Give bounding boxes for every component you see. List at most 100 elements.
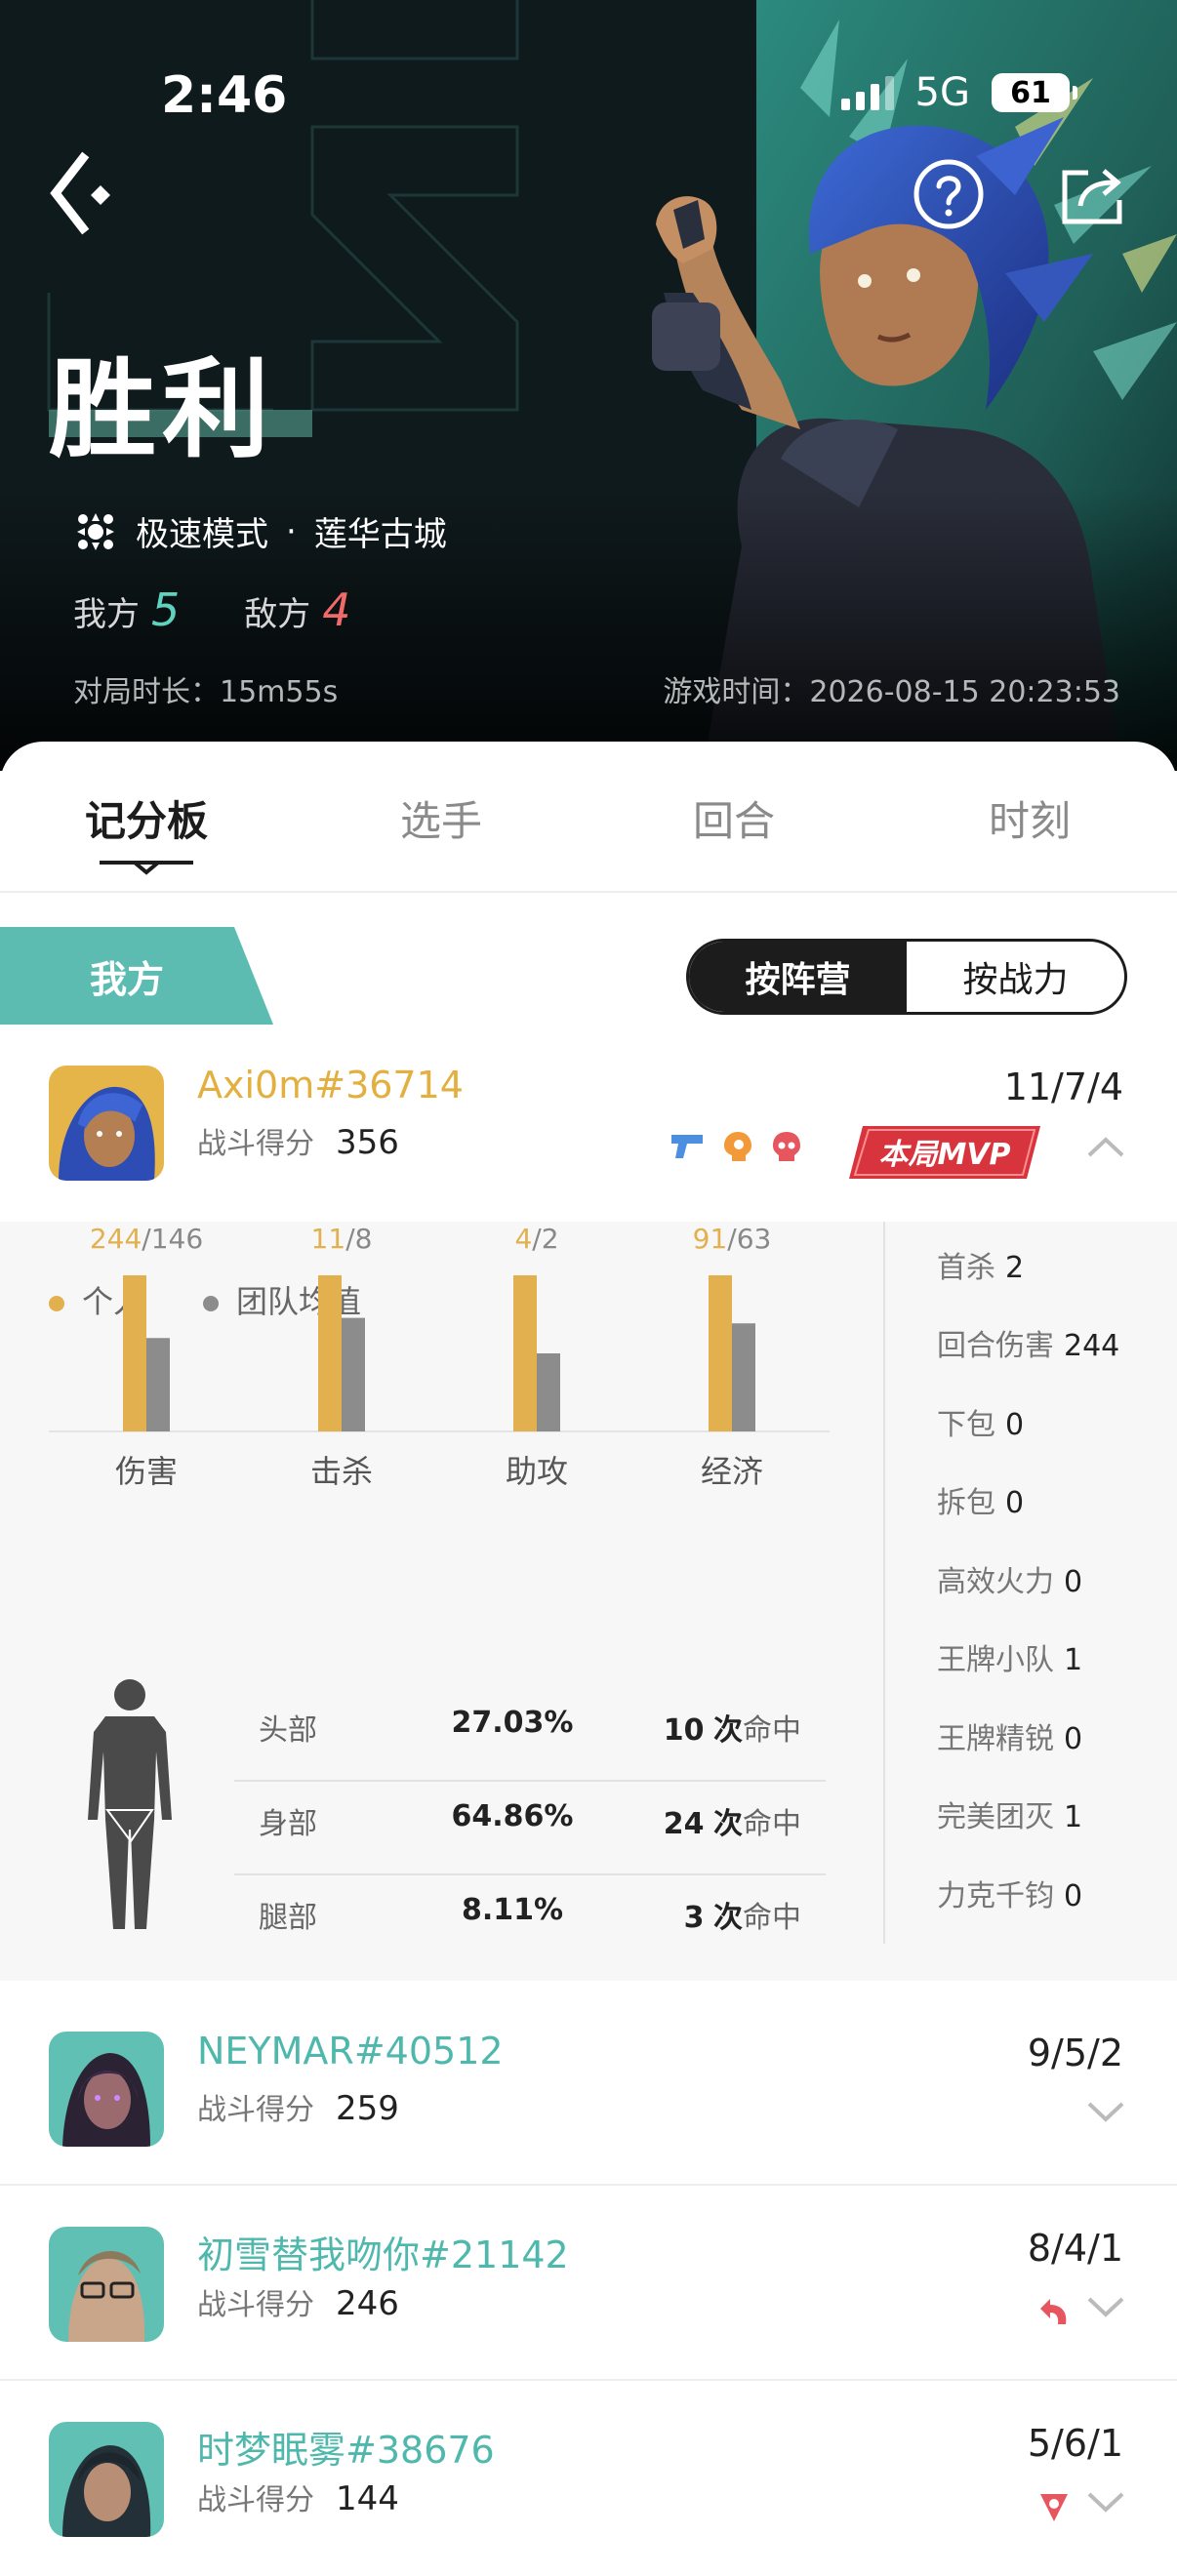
- hit-count: 24 次命中: [664, 1799, 801, 1842]
- stat-round-damage: 回合伤害 244: [937, 1321, 1119, 1364]
- bar-value-label-0: 244/146: [90, 1223, 203, 1255]
- value-team-average: 8: [355, 1223, 373, 1255]
- stat-value: 0: [1064, 1565, 1083, 1599]
- game-time: 游戏时间：2026-08-15 20:23:53: [663, 667, 1120, 710]
- hit-part: 头部: [259, 1713, 317, 1748]
- player-name: 初雪替我吻你#21142: [197, 2234, 569, 2276]
- duration-label: 对局时长：: [73, 675, 220, 709]
- result-text: 胜利: [49, 347, 275, 472]
- chevron-down-icon[interactable]: [1085, 2100, 1126, 2125]
- stat-label: 下包: [937, 1408, 995, 1442]
- combat-score: 战斗得分 259: [197, 2085, 399, 2128]
- content-sheet: 记分板 选手 回合 时刻 我方 按阵营 按战力 Axi0m#36714 战斗得分…: [0, 742, 1177, 2576]
- player-name: NEYMAR#40512: [197, 2030, 504, 2073]
- player-detail-panel: 个人 团队均值 244/146 伤害 11/8 击杀 4/2 助攻 91/63 经济 头部 2…: [0, 1222, 1177, 1981]
- body-hit-figure: [88, 1679, 172, 1929]
- chevron-down-icon[interactable]: [1085, 2490, 1126, 2516]
- player-kda: 9/5/2: [1027, 2032, 1123, 2074]
- bar-value-label-2: 4/2: [514, 1223, 558, 1255]
- combat-score-value: 246: [336, 2284, 399, 2323]
- player-row[interactable]: Axi0m#36714 战斗得分 356 11/7/4 本局MVP: [0, 1025, 1177, 1220]
- match-header: 2:46 5G 61 胜利 极速模式 · 莲华古城 我方 5 敌方 4 对局时长…: [0, 0, 1177, 771]
- enemy-label: 敌方: [244, 595, 311, 634]
- ally-label: 我方: [73, 595, 140, 634]
- bar-personal-3: [709, 1275, 732, 1431]
- player-name: 时梦眠雾#38676: [197, 2429, 495, 2472]
- stat-label: 首杀: [937, 1251, 995, 1285]
- cellular-signal-icon: [840, 75, 894, 110]
- hit-percentage: 8.11%: [461, 1893, 564, 1927]
- stat-defuses: 拆包 0: [937, 1478, 1024, 1521]
- tab-bar: 记分板 选手 回合 时刻: [0, 742, 1177, 893]
- battery-level: 61: [1010, 75, 1051, 110]
- hit-part: 腿部: [259, 1901, 317, 1935]
- hit-count-suffix: 命中: [743, 1901, 801, 1935]
- value-team-average: 146: [151, 1223, 203, 1255]
- combat-score: 战斗得分 356: [197, 1119, 399, 1162]
- stat-label: 回合伤害: [937, 1329, 1054, 1363]
- hit-percentage: 27.03%: [451, 1706, 574, 1740]
- stat-ace-squad: 王牌小队 1: [937, 1635, 1082, 1678]
- stat-value: 0: [1064, 1879, 1083, 1913]
- tab-scoreboard[interactable]: 记分板: [49, 788, 244, 848]
- player-row[interactable]: 初雪替我吻你#21142 战斗得分 246 8/4/1: [0, 2186, 1177, 2381]
- combat-score-value: 259: [336, 2089, 399, 2128]
- stat-label: 拆包: [937, 1486, 995, 1520]
- sort-toggle: 按阵营 按战力: [686, 939, 1127, 1015]
- stat-value: 0: [1064, 1722, 1083, 1756]
- value-personal: 4: [514, 1223, 532, 1255]
- mvp-badge: 本局MVP: [849, 1126, 1040, 1179]
- hit-count-suffix: 命中: [743, 1713, 801, 1748]
- back-arrow-icon[interactable]: [44, 146, 132, 244]
- combat-score-value: 144: [336, 2479, 399, 2518]
- player-row[interactable]: 时梦眠雾#38676 战斗得分 144 5/6/1: [0, 2381, 1177, 2576]
- duration-value: 15m55s: [220, 675, 339, 709]
- match-result: 胜利: [49, 322, 312, 478]
- active-tab-indicator: [100, 861, 193, 875]
- hit-count-unit: 次: [713, 1713, 743, 1748]
- stat-value: 2: [1005, 1251, 1025, 1285]
- sort-by-team-button[interactable]: 按阵营: [689, 942, 907, 1012]
- combat-score-label: 战斗得分: [197, 1127, 314, 1161]
- value-team-average: 63: [737, 1223, 772, 1255]
- enemy-score: 4: [322, 584, 351, 636]
- hit-count-unit: 次: [713, 1807, 743, 1841]
- player-kda: 8/4/1: [1027, 2227, 1123, 2270]
- tab-moments[interactable]: 时刻: [932, 788, 1127, 848]
- hit-count-value: 10: [663, 1713, 705, 1748]
- duration: 对局时长：15m55s: [73, 667, 338, 710]
- combat-score-value: 356: [336, 1123, 399, 1162]
- mode-icon: [77, 512, 114, 550]
- match-meta: 对局时长：15m55s 游戏时间：2026-08-15 20:23:53: [73, 667, 1120, 710]
- hit-row-body: 身部 64.86% 24 次命中: [234, 1782, 826, 1875]
- value-personal: 11: [311, 1223, 346, 1255]
- hit-percentage: 64.86%: [451, 1799, 574, 1833]
- hit-count-suffix: 命中: [743, 1807, 801, 1841]
- tab-rounds[interactable]: 回合: [636, 788, 832, 848]
- share-icon[interactable]: [1059, 161, 1127, 229]
- stat-flawless: 完美团灭 1: [937, 1792, 1082, 1835]
- chevron-down-icon[interactable]: [1085, 2295, 1126, 2320]
- stat-label: 完美团灭: [937, 1800, 1054, 1834]
- category-label-0: 伤害: [115, 1453, 178, 1490]
- stat-label: 高效火力: [937, 1565, 1054, 1599]
- value-personal: 244: [90, 1223, 142, 1255]
- sort-by-power-button[interactable]: 按战力: [907, 942, 1124, 1012]
- combat-score: 战斗得分 246: [197, 2280, 399, 2323]
- tab-players[interactable]: 选手: [344, 788, 539, 848]
- map-name: 莲华古城: [313, 515, 447, 554]
- help-icon[interactable]: [913, 158, 985, 230]
- mode-map-row: 极速模式 · 莲华古城: [73, 507, 447, 555]
- player-row[interactable]: NEYMAR#40512 战斗得分 259 9/5/2: [0, 1991, 1177, 2186]
- stat-ace-elite: 王牌精锐 0: [937, 1714, 1082, 1757]
- player-avatar: [49, 2227, 164, 2342]
- chevron-up-icon[interactable]: [1085, 1134, 1126, 1159]
- hit-row-legs: 腿部 8.11% 3 次命中: [234, 1875, 826, 1969]
- hit-part: 身部: [259, 1807, 317, 1841]
- player-avatar: [49, 2422, 164, 2537]
- hit-distribution-table: 头部 27.03% 10 次命中 身部 64.86% 24 次命中 腿部 8.1…: [234, 1688, 826, 1969]
- bar-value-label-3: 91/63: [693, 1223, 772, 1255]
- team-section-header: 我方 按阵营 按战力: [0, 927, 1177, 1025]
- bar-personal-2: [513, 1275, 537, 1431]
- skull-badge-icon: [773, 1132, 800, 1161]
